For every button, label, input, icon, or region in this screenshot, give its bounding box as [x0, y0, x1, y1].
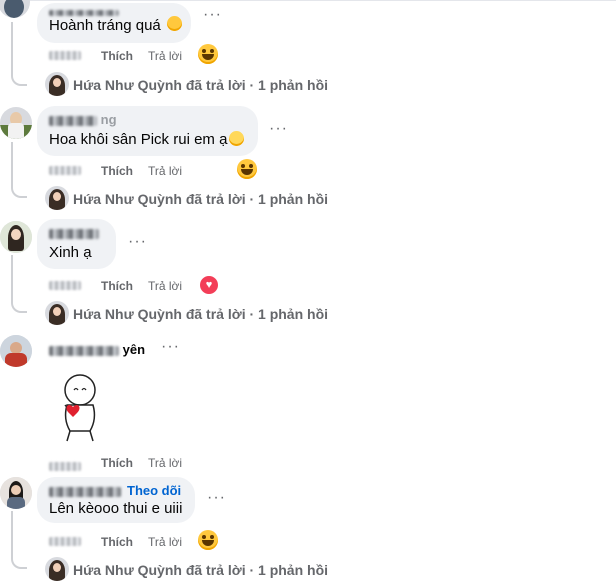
- haha-emoji[interactable]: [198, 530, 218, 550]
- replier-avatar[interactable]: [45, 72, 69, 96]
- commenter-avatar[interactable]: [0, 221, 32, 253]
- more-options-icon[interactable]: ···: [128, 234, 147, 250]
- comment-bubble: Xinh ạ: [37, 219, 116, 269]
- comment-text: Hoa khôi sân Pick rui em ạ: [49, 131, 228, 148]
- view-replies-link[interactable]: Hứa Như Quỳnh đã trả lời · 1 phản hồi: [73, 305, 328, 323]
- like-button[interactable]: Thích: [101, 164, 133, 178]
- commenter-avatar[interactable]: [0, 0, 30, 18]
- thread-line: [11, 22, 13, 74]
- more-options-icon[interactable]: ···: [269, 121, 288, 137]
- commenter-name[interactable]: [49, 486, 121, 497]
- thread-connector: [11, 555, 27, 569]
- comment-bubble: ng Hoa khôi sân Pick rui em ạ: [37, 106, 258, 156]
- pleading-face-emoji: [167, 16, 182, 31]
- commenter-avatar[interactable]: [0, 335, 32, 367]
- like-button[interactable]: Thích: [101, 49, 133, 63]
- replier-avatar[interactable]: [45, 557, 69, 581]
- reply-button[interactable]: Trả lời: [148, 535, 182, 549]
- thread-line: [11, 142, 13, 186]
- comment-time[interactable]: [49, 166, 81, 175]
- thread-connector: [11, 72, 27, 86]
- haha-emoji[interactable]: [237, 159, 257, 179]
- view-replies-link[interactable]: Hứa Như Quỳnh đã trả lời · 1 phản hồi: [73, 561, 328, 579]
- view-replies-link[interactable]: Hứa Như Quỳnh đã trả lời · 1 phản hồi: [73, 190, 328, 208]
- commenter-avatar[interactable]: [0, 477, 32, 509]
- view-replies-link[interactable]: Hứa Như Quỳnh đã trả lời · 1 phản hồi: [73, 76, 328, 94]
- reply-button[interactable]: Trả lời: [148, 49, 182, 63]
- thread-line: [11, 511, 13, 557]
- reply-button[interactable]: Trả lời: [148, 164, 182, 178]
- commenter-name[interactable]: ng: [49, 112, 117, 128]
- love-heart-icon[interactable]: ♥: [199, 275, 219, 295]
- comment-bubble: Theo dõi Lên kèooo thui e uiii: [37, 477, 195, 523]
- more-options-icon[interactable]: ···: [203, 7, 222, 23]
- follow-button[interactable]: Theo dõi: [127, 483, 181, 498]
- thread-line: [11, 255, 13, 301]
- thread-connector: [11, 299, 27, 313]
- comment-text: Lên kèooo thui e uiii: [49, 500, 183, 517]
- comment-time[interactable]: [49, 281, 81, 290]
- comment-time[interactable]: [49, 462, 81, 471]
- commenter-name-row: Theo dõi: [49, 483, 181, 499]
- sticker-image[interactable]: [51, 371, 109, 443]
- reply-button[interactable]: Trả lời: [148, 279, 182, 293]
- replier-avatar[interactable]: [45, 301, 69, 325]
- comment-text: Xinh ạ: [49, 244, 92, 261]
- like-button[interactable]: Thích: [101, 279, 133, 293]
- haha-emoji[interactable]: [198, 44, 218, 64]
- commenter-avatar[interactable]: [0, 107, 32, 139]
- reply-button[interactable]: Trả lời: [148, 456, 182, 470]
- more-options-icon[interactable]: ···: [161, 339, 180, 355]
- commenter-name[interactable]: yên: [49, 342, 145, 358]
- top-divider: [0, 0, 616, 1]
- comment-time[interactable]: [49, 51, 81, 60]
- more-options-icon[interactable]: ···: [207, 490, 226, 506]
- like-button[interactable]: Thích: [101, 535, 133, 549]
- like-button[interactable]: Thích: [101, 456, 133, 470]
- comment-time[interactable]: [49, 537, 81, 546]
- thread-connector: [11, 184, 27, 198]
- comment-text: Hoành tráng quá: [49, 17, 161, 34]
- commenter-name[interactable]: [49, 225, 99, 241]
- grimacing-face-emoji: [229, 131, 244, 146]
- replier-avatar[interactable]: [45, 186, 69, 210]
